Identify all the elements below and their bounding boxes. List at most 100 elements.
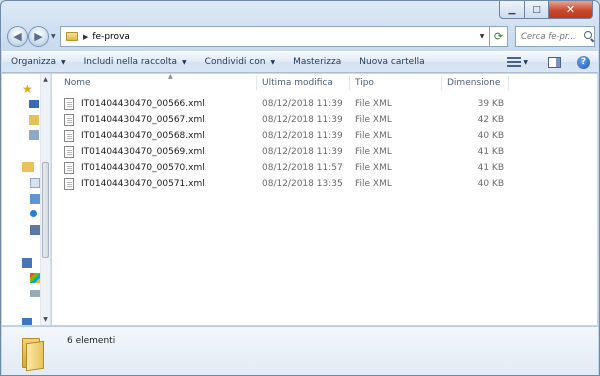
videos-icon[interactable] xyxy=(30,225,40,235)
include-label: Includi nella raccolta xyxy=(83,57,178,67)
file-type: File XML xyxy=(355,115,392,125)
column-divider[interactable] xyxy=(508,76,509,90)
file-modified: 08/12/2018 11:39 xyxy=(262,99,343,109)
chevron-down-icon: ▼ xyxy=(270,58,276,66)
libraries-icon[interactable] xyxy=(22,162,34,172)
command-bar: Organizza ▼ Includi nella raccolta ▼ Condi… xyxy=(2,51,598,73)
search-input[interactable] xyxy=(521,31,583,42)
folder-icon xyxy=(66,32,78,41)
column-header-size[interactable]: Dimensione xyxy=(447,74,507,92)
file-name[interactable]: IT01404430470_00568.xml xyxy=(81,128,205,144)
minimize-button[interactable]: ▁ xyxy=(499,1,525,19)
navigation-pane: ★ ▲ ▼ xyxy=(2,74,51,325)
table-row[interactable]: IT01404430470_00569.xml 08/12/2018 11:39… xyxy=(64,144,504,160)
back-arrow-icon: ◀ xyxy=(13,30,22,43)
burn-button[interactable]: Masterizza xyxy=(284,52,350,72)
include-in-library-menu[interactable]: Includi nella raccolta ▼ xyxy=(75,52,196,72)
downloads-icon[interactable] xyxy=(29,115,39,125)
share-label: Condividi con xyxy=(204,57,266,67)
favorites-star-icon[interactable]: ★ xyxy=(22,83,33,95)
network-drive-icon[interactable] xyxy=(30,290,40,297)
scroll-up-icon[interactable]: ▲ xyxy=(41,74,50,85)
xml-file-icon xyxy=(64,114,74,126)
file-modified: 08/12/2018 11:39 xyxy=(262,115,343,125)
forward-button[interactable]: ▶ xyxy=(28,26,49,47)
column-divider[interactable] xyxy=(349,76,350,90)
column-divider[interactable] xyxy=(441,76,442,90)
file-name[interactable]: IT01404430470_00569.xml xyxy=(81,144,205,160)
pictures-icon[interactable] xyxy=(30,194,40,204)
column-size-label: Dimensione xyxy=(447,78,501,88)
music-icon[interactable] xyxy=(30,210,37,217)
file-name[interactable]: IT01404430470_00571.xml xyxy=(81,176,205,192)
burn-label: Masterizza xyxy=(293,57,342,67)
file-name[interactable]: IT01404430470_00566.xml xyxy=(81,96,205,112)
item-count: 6 elementi xyxy=(67,336,116,346)
file-type: File XML xyxy=(355,163,392,173)
file-size: 42 KB xyxy=(477,115,504,125)
recent-places-icon[interactable] xyxy=(29,130,39,140)
change-view-icon[interactable] xyxy=(507,57,522,67)
table-row[interactable]: IT01404430470_00567.xml 08/12/2018 11:39… xyxy=(64,112,504,128)
refresh-button[interactable]: ⟳ xyxy=(490,26,508,47)
new-folder-button[interactable]: Nuova cartella xyxy=(350,52,433,72)
recent-pages-dropdown-icon[interactable]: ▼ xyxy=(51,33,56,40)
column-name-label: Nome xyxy=(64,78,91,88)
view-options-dropdown-icon[interactable]: ▼ xyxy=(523,59,528,66)
network-icon[interactable] xyxy=(22,318,32,325)
chevron-down-icon: ▼ xyxy=(182,58,187,66)
navigation-pane-scrollbar[interactable]: ▲ ▼ xyxy=(40,74,50,325)
file-size: 39 KB xyxy=(477,99,504,109)
refresh-icon: ⟳ xyxy=(493,30,504,43)
column-type-label: Tipo xyxy=(355,78,374,88)
file-type: File XML xyxy=(355,99,392,109)
xml-file-icon xyxy=(64,162,74,174)
back-button[interactable]: ◀ xyxy=(7,26,28,47)
xml-file-icon xyxy=(64,130,74,142)
drive-icon[interactable] xyxy=(30,273,40,283)
maximize-button[interactable]: □ xyxy=(525,1,549,19)
file-size: 40 KB xyxy=(477,179,504,189)
table-row[interactable]: IT01404430470_00566.xml 08/12/2018 11:39… xyxy=(64,96,504,112)
column-header-name[interactable]: Nome ▲ xyxy=(64,73,244,92)
file-modified: 08/12/2018 11:39 xyxy=(262,147,343,157)
column-divider[interactable] xyxy=(256,76,257,90)
computer-icon[interactable] xyxy=(22,258,32,268)
file-modified: 08/12/2018 11:57 xyxy=(262,163,343,173)
scrollbar-thumb[interactable] xyxy=(42,162,49,258)
breadcrumb-current-folder[interactable]: fe-prova xyxy=(92,32,130,42)
preview-pane-icon[interactable] xyxy=(548,56,561,68)
column-header-modified[interactable]: Ultima modifica xyxy=(262,74,352,92)
new-folder-label: Nuova cartella xyxy=(359,57,425,67)
file-modified: 08/12/2018 11:39 xyxy=(262,131,343,141)
help-icon[interactable]: ? xyxy=(577,55,590,69)
breadcrumb-separator-icon[interactable]: ▶ xyxy=(83,33,88,41)
command-bar-right: ▼ ? xyxy=(507,55,598,69)
explorer-window: ▁ □ ✕ ◀ ▶ ▼ ▶ fe-prova ▼ ⟳ Organizza ▼ In… xyxy=(0,0,600,376)
file-size: 40 KB xyxy=(477,131,504,141)
forward-arrow-icon: ▶ xyxy=(34,30,43,43)
table-row[interactable]: IT01404430470_00570.xml 08/12/2018 11:57… xyxy=(64,160,504,176)
sort-ascending-icon: ▲ xyxy=(168,73,173,80)
desktop-icon[interactable] xyxy=(29,100,39,108)
column-modified-label: Ultima modifica xyxy=(262,78,333,88)
close-button[interactable]: ✕ xyxy=(549,1,593,19)
organize-menu[interactable]: Organizza ▼ xyxy=(2,52,75,72)
chevron-down-icon: ▼ xyxy=(61,58,66,66)
address-history-dropdown-icon[interactable]: ▼ xyxy=(475,27,489,46)
folder-icon xyxy=(22,336,44,372)
address-bar[interactable]: ▶ fe-prova ▼ xyxy=(60,26,490,47)
table-row[interactable]: IT01404430470_00568.xml 08/12/2018 11:39… xyxy=(64,128,504,144)
share-with-menu[interactable]: Condividi con ▼ xyxy=(196,52,284,72)
file-type: File XML xyxy=(355,131,392,141)
file-name[interactable]: IT01404430470_00567.xml xyxy=(81,112,205,128)
documents-icon[interactable] xyxy=(30,178,40,188)
column-header-type[interactable]: Tipo xyxy=(355,74,435,92)
search-icon[interactable] xyxy=(584,31,594,42)
scroll-down-icon[interactable]: ▼ xyxy=(41,314,50,325)
search-box[interactable] xyxy=(515,26,595,47)
table-row[interactable]: IT01404430470_00571.xml 08/12/2018 13:35… xyxy=(64,176,504,192)
file-modified: 08/12/2018 13:35 xyxy=(262,179,343,189)
file-name[interactable]: IT01404430470_00570.xml xyxy=(81,160,205,176)
file-list: Nome ▲ Ultima modifica Tipo Dimensione IT… xyxy=(52,73,597,325)
